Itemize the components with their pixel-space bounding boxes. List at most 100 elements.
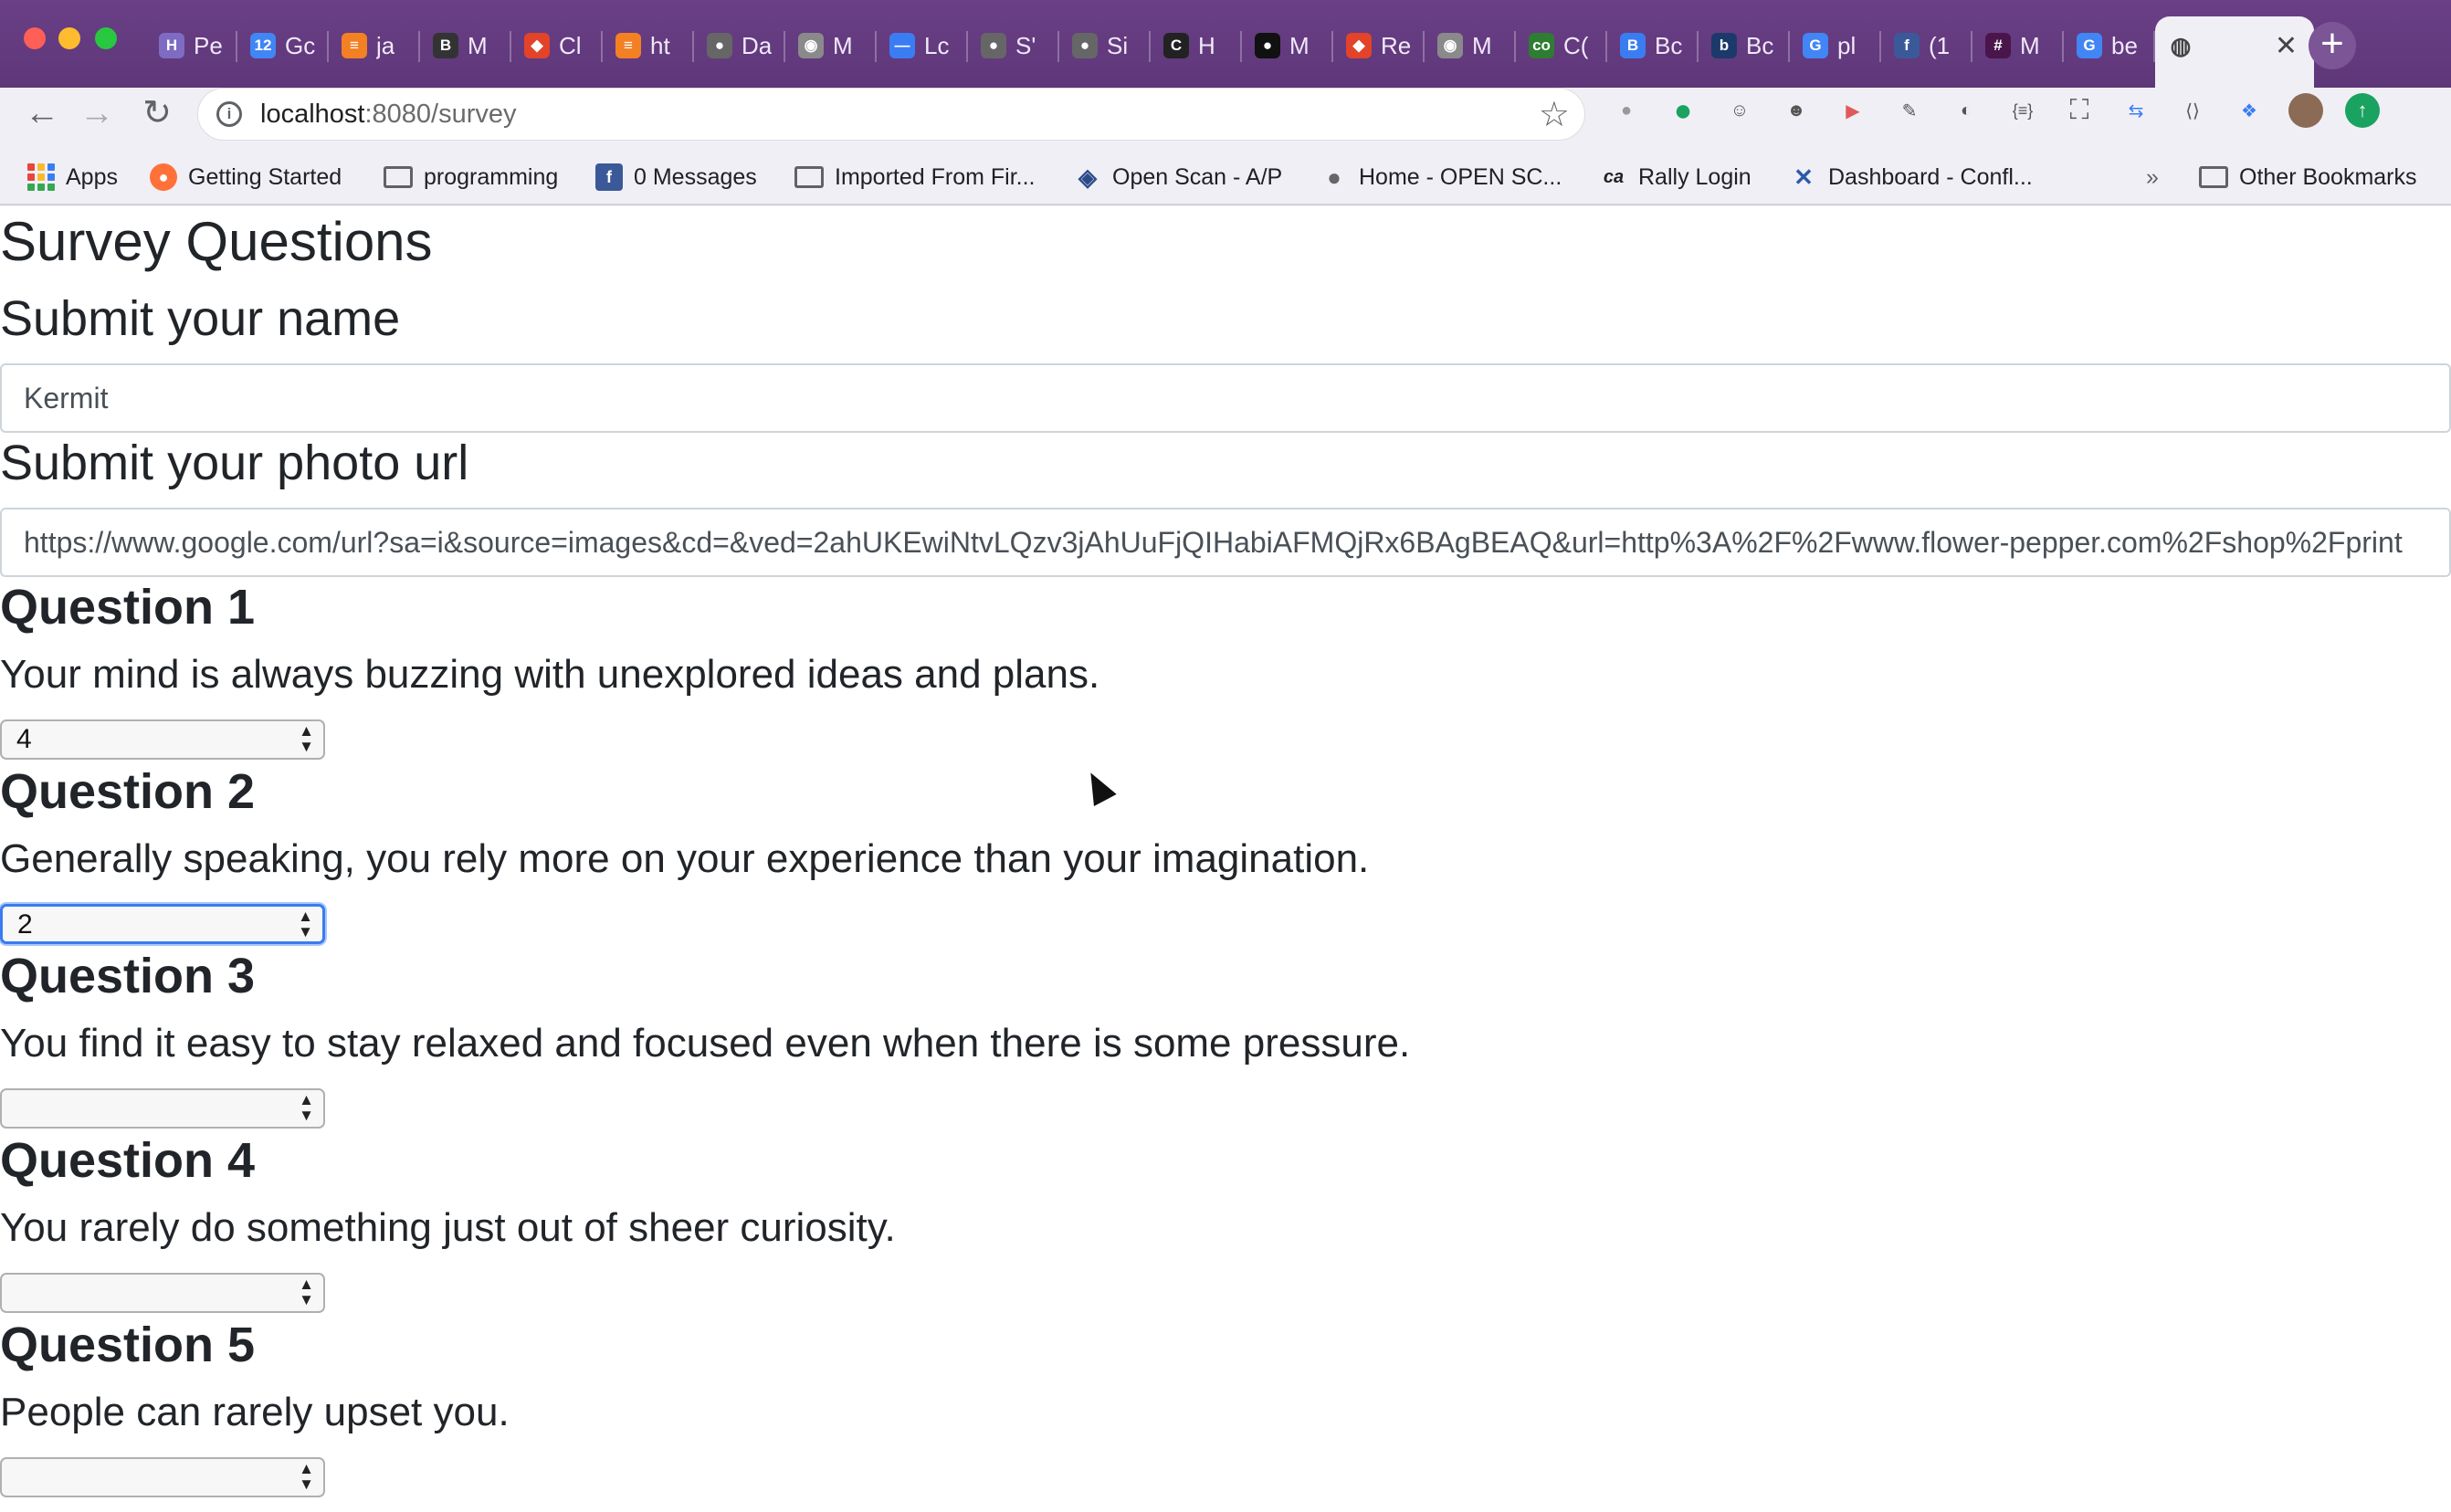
screenshot-icon[interactable]: ⛶: [2062, 93, 2097, 128]
question-1-title: Question 1: [0, 580, 256, 635]
bold-b-icon: B: [433, 33, 458, 58]
browser-tab[interactable]: Gpl: [1790, 16, 1881, 75]
window-minimize-button[interactable]: [58, 27, 80, 49]
profile-avatar[interactable]: [2288, 93, 2323, 128]
browser-tab[interactable]: ◆ Cl: [511, 16, 603, 75]
bookmark-open-scan[interactable]: ◈ Open Scan - A/P: [1074, 157, 1282, 197]
bookmark-home-open-scan[interactable]: ● Home - OPEN SC...: [1320, 157, 1562, 197]
browser-tab[interactable]: BM: [420, 16, 511, 75]
back-arrow-icon[interactable]: ←: [22, 93, 62, 133]
eyedropper-icon[interactable]: ✎: [1892, 93, 1927, 128]
question-3-select[interactable]: ▲ ▼: [0, 1088, 325, 1129]
tab-label: Si: [1107, 31, 1129, 59]
info-icon[interactable]: i: [216, 101, 242, 127]
browser-tab[interactable]: ≡ ja: [329, 16, 420, 75]
browser-tab[interactable]: ◆ Re: [1333, 16, 1425, 75]
forward-arrow-icon[interactable]: →: [77, 93, 117, 133]
browser-tab[interactable]: co C(: [1516, 16, 1607, 75]
url-text[interactable]: localhost:8080/survey: [260, 100, 517, 130]
firefox-icon: ●: [150, 163, 177, 191]
new-tab-button[interactable]: +: [2309, 22, 2356, 69]
swap-arrows-icon[interactable]: ⇆: [2119, 93, 2153, 128]
browser-tab[interactable]: ● Si: [1059, 16, 1151, 75]
browser-tab[interactable]: H Pe: [146, 16, 237, 75]
extension-green-icon[interactable]: ●: [1666, 93, 1700, 128]
dash-icon: —: [889, 33, 915, 58]
browser-tab[interactable]: ● M: [1242, 16, 1333, 75]
browser-tab[interactable]: ◉ M: [1425, 16, 1516, 75]
browser-tab[interactable]: CH: [1151, 16, 1242, 75]
bookmark-label: Apps: [66, 163, 118, 190]
question-1-select[interactable]: 4 ▲ ▼: [0, 719, 325, 760]
browser-tab[interactable]: ≡ ht: [603, 16, 694, 75]
bookmark-getting-started[interactable]: ● Getting Started: [150, 157, 342, 197]
question-4-select[interactable]: ▲ ▼: [0, 1273, 325, 1313]
globe-icon: ●: [1072, 33, 1098, 58]
bookmark-label: Dashboard - Confl...: [1828, 163, 2033, 190]
photo-url-heading: Submit your photo url: [0, 436, 469, 490]
browser-tab[interactable]: ◉ M: [785, 16, 877, 75]
reload-icon[interactable]: ↻: [137, 93, 177, 133]
close-tab-icon[interactable]: ✕: [2275, 30, 2298, 62]
address-bar[interactable]: i localhost:8080/survey ☆: [197, 88, 1585, 141]
extension-circle-icon[interactable]: ◐: [1949, 93, 1983, 128]
browser-tab[interactable]: Gbe: [2064, 16, 2155, 75]
extension-face-icon[interactable]: ☺: [1722, 93, 1757, 128]
question-5-select[interactable]: ▲ ▼: [0, 1457, 325, 1497]
bookmark-messages[interactable]: f 0 Messages: [595, 157, 757, 197]
elephant-icon: ◉: [798, 33, 824, 58]
globe-icon: ◍: [2170, 31, 2192, 59]
bookmark-folder-imported[interactable]: Imported From Fir...: [794, 157, 1035, 197]
stackoverflow-icon: ≡: [615, 33, 641, 58]
question-3-text: You find it easy to stay relaxed and foc…: [0, 1021, 1411, 1066]
question-4-title: Question 4: [0, 1133, 256, 1188]
bookmark-apps[interactable]: Apps: [27, 157, 118, 197]
h-icon: H: [159, 33, 184, 58]
browser-tab[interactable]: f (1: [1881, 16, 1972, 75]
gitlab-icon: ◆: [1346, 33, 1372, 58]
browser-tab[interactable]: 12 Gc: [237, 16, 329, 75]
page-title: Survey Questions: [0, 211, 433, 272]
url-path: :8080/survey: [364, 100, 517, 129]
extension-dot-icon[interactable]: ●: [1609, 93, 1644, 128]
question-2-text: Generally speaking, you rely more on you…: [0, 836, 1370, 881]
active-tab[interactable]: ◍ ✕: [2155, 16, 2314, 89]
question-2-title: Question 2: [0, 764, 256, 819]
browser-tab[interactable]: b Bc: [1699, 16, 1790, 75]
question-1-text: Your mind is always buzzing with unexplo…: [0, 652, 1100, 697]
c-icon: C: [1163, 33, 1189, 58]
extension-mask-icon[interactable]: ☻: [1779, 93, 1814, 128]
survey-page: Survey Questions Submit your name Kermit…: [0, 206, 2451, 1512]
window-close-button[interactable]: [24, 27, 46, 49]
bookmark-folder-other[interactable]: Other Bookmarks: [2199, 157, 2417, 197]
browser-tab[interactable]: ● Da: [694, 16, 785, 75]
bookmark-label: Open Scan - A/P: [1112, 163, 1283, 190]
bookmark-dashboard-confluence[interactable]: ✕ Dashboard - Confl...: [1790, 157, 2033, 197]
ca-icon: ca: [1603, 166, 1625, 187]
bookmark-folder-programming[interactable]: programming: [384, 157, 558, 197]
code-icon[interactable]: ⟨⟩: [2175, 93, 2210, 128]
tab-label: ja: [376, 31, 395, 59]
browser-tab[interactable]: B Bc: [1607, 16, 1699, 75]
question-5-text: People can rarely upset you.: [0, 1390, 510, 1434]
select-arrows-icon: ▲ ▼: [299, 1460, 314, 1493]
web-icon[interactable]: ❖: [2232, 93, 2267, 128]
tab-label: M: [1289, 31, 1310, 59]
question-2-select[interactable]: 2 ▲ ▼: [0, 904, 325, 944]
photo-url-input[interactable]: https://www.google.com/url?sa=i&source=i…: [0, 508, 2451, 577]
bookmark-rally-login[interactable]: ca Rally Login: [1600, 157, 1751, 197]
browser-tab[interactable]: # M: [1972, 16, 2064, 75]
gitlab-icon: ◆: [524, 33, 550, 58]
extension-record-icon[interactable]: ▶: [1836, 93, 1870, 128]
browser-tab[interactable]: — Lc: [877, 16, 968, 75]
window-zoom-button[interactable]: [95, 27, 117, 49]
bookmark-star-icon[interactable]: ☆: [1539, 94, 1570, 135]
apps-grid-icon: [27, 163, 55, 191]
bookmarks-overflow[interactable]: »: [2146, 157, 2159, 197]
confluence-icon: ✕: [1794, 163, 1814, 191]
browser-tab[interactable]: ● S': [968, 16, 1059, 75]
folder-icon: [384, 166, 413, 188]
json-icon[interactable]: {≡}: [2005, 93, 2040, 128]
name-input[interactable]: Kermit: [0, 363, 2451, 433]
update-arrow-icon[interactable]: ↑: [2345, 93, 2380, 128]
